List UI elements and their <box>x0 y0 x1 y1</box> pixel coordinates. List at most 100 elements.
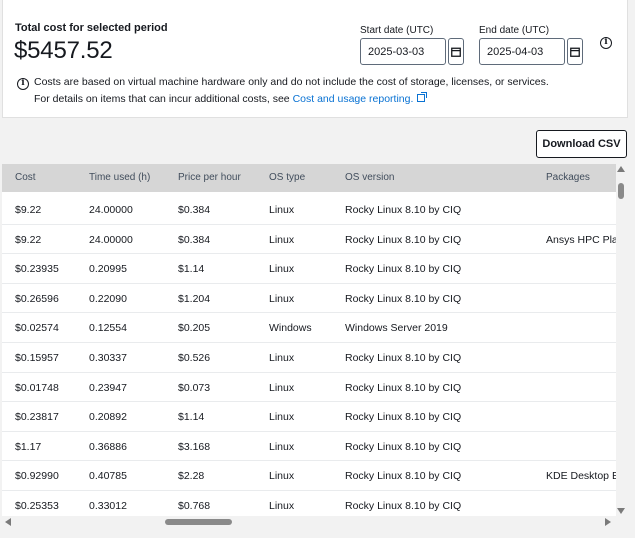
cell-cost: $0.92990 <box>15 470 59 483</box>
table-row: $0.92990 0.40785 $2.28 Linux Rocky Linux 8.1… <box>2 461 616 491</box>
external-link-icon <box>417 92 428 102</box>
header-col-cost[interactable]: Cost <box>15 172 36 183</box>
cell-price-per-hour: $0.768 <box>178 500 211 512</box>
table-row: $0.23817 0.20892 $1.14 Linux Rocky Linux 8.1… <box>2 402 616 432</box>
cell-time-used: 24.00000 <box>89 204 133 216</box>
horizontal-scroll-thumb[interactable] <box>165 519 232 525</box>
start-date-label: Start date (UTC) <box>360 25 434 36</box>
cell-os-version: Rocky Linux 8.10 by CIQ <box>345 470 462 483</box>
cell-price-per-hour: $0.073 <box>178 381 211 394</box>
cell-price-per-hour: $0.526 <box>178 352 211 364</box>
cell-os-type: Linux <box>269 233 295 246</box>
start-date-input[interactable]: 2025-03-03 <box>360 38 446 65</box>
cell-cost: $0.01748 <box>15 381 59 394</box>
cell-time-used: 0.33012 <box>89 500 127 512</box>
header-col-os-version[interactable]: OS version <box>345 172 394 183</box>
cell-os-version: Rocky Linux 8.10 by CIQ <box>345 500 462 512</box>
scroll-right-arrow-icon[interactable] <box>605 518 611 526</box>
cell-time-used: 0.12554 <box>89 322 127 335</box>
cell-os-type: Linux <box>269 381 295 394</box>
table-row: $0.26596 0.22090 $1.204 Linux Rocky Linux 8.… <box>2 283 616 314</box>
cell-packages: KDE Desktop E <box>546 470 616 483</box>
cell-price-per-hour: $2.28 <box>178 470 205 483</box>
cell-time-used: 0.30337 <box>89 352 127 364</box>
cell-os-version: Rocky Linux 8.10 by CIQ <box>345 233 462 246</box>
cell-price-per-hour: $0.384 <box>178 204 211 216</box>
table-row: $1.17 0.36886 $3.168 Linux Rocky Linux 8.10 … <box>2 431 616 462</box>
cell-os-type: Linux <box>269 204 295 216</box>
cell-os-version: Rocky Linux 8.10 by CIQ <box>345 381 462 394</box>
total-cost-value: $5457.52 <box>14 37 113 64</box>
header-col-os-type[interactable]: OS type <box>269 172 305 183</box>
cell-time-used: 0.20892 <box>89 411 127 424</box>
cell-cost: $0.15957 <box>15 352 59 364</box>
calendar-icon <box>570 47 580 57</box>
cell-cost: $9.22 <box>15 204 42 216</box>
calendar-icon <box>451 47 461 57</box>
table-row: $9.22 24.00000 $0.384 Linux Rocky Linux 8.10… <box>2 224 616 255</box>
info-icon[interactable]: i <box>600 37 612 49</box>
download-csv-button[interactable]: Download CSV <box>536 130 627 158</box>
cell-os-version: Rocky Linux 8.10 by CIQ <box>345 204 462 216</box>
total-cost-label: Total cost for selected period <box>15 22 168 34</box>
cost-table: Cost Time used (h) Price per hour OS type OS… <box>2 164 616 516</box>
cell-os-type: Linux <box>269 292 295 305</box>
cell-cost: $0.23817 <box>15 411 59 424</box>
header-col-packages[interactable]: Packages <box>546 172 590 183</box>
cell-os-type: Linux <box>269 263 295 276</box>
summary-panel: Total cost for selected period $5457.52 … <box>2 0 628 118</box>
info-icon: i <box>17 78 29 90</box>
vertical-scrollbar[interactable] <box>617 164 626 516</box>
table-row: $0.23935 0.20995 $1.14 Linux Rocky Linux 8.1… <box>2 254 616 284</box>
cost-note-prefix: For details on items that can incur addi… <box>34 93 290 105</box>
cell-time-used: 0.23947 <box>89 381 127 394</box>
cell-os-type: Linux <box>269 440 295 453</box>
cell-os-type: Linux <box>269 411 295 424</box>
cell-time-used: 0.40785 <box>89 470 127 483</box>
cell-os-version: Rocky Linux 8.10 by CIQ <box>345 440 462 453</box>
cell-time-used: 0.36886 <box>89 440 127 453</box>
cell-time-used: 24.00000 <box>89 233 133 246</box>
start-calendar-button[interactable] <box>448 38 464 65</box>
cell-time-used: 0.20995 <box>89 263 127 276</box>
cell-price-per-hour: $0.205 <box>178 322 211 335</box>
cell-os-type: Linux <box>269 470 295 483</box>
header-col-time-used[interactable]: Time used (h) <box>89 172 150 183</box>
table-row: $0.01748 0.23947 $0.073 Linux Rocky Linux 8.… <box>2 372 616 403</box>
table-row: $0.15957 0.30337 $0.526 Linux Rocky Linux 8.… <box>2 343 616 373</box>
cell-price-per-hour: $1.14 <box>178 263 205 276</box>
cell-price-per-hour: $3.168 <box>178 440 211 453</box>
cell-cost: $0.26596 <box>15 292 59 305</box>
cell-cost: $0.23935 <box>15 263 59 276</box>
cell-os-version: Rocky Linux 8.10 by CIQ <box>345 263 462 276</box>
end-date-label: End date (UTC) <box>479 25 550 36</box>
header-col-price-per-hour[interactable]: Price per hour <box>178 172 241 183</box>
cell-os-version: Windows Server 2019 <box>345 322 448 335</box>
cell-price-per-hour: $1.204 <box>178 292 211 305</box>
cell-os-version: Rocky Linux 8.10 by CIQ <box>345 352 462 364</box>
vertical-scroll-thumb[interactable] <box>618 183 624 199</box>
cell-time-used: 0.22090 <box>89 292 127 305</box>
cell-os-type: Linux <box>269 500 295 512</box>
scroll-left-arrow-icon[interactable] <box>5 518 11 526</box>
cell-price-per-hour: $1.14 <box>178 411 205 424</box>
cell-os-version: Rocky Linux 8.10 by CIQ <box>345 292 462 305</box>
cell-cost: $1.17 <box>15 440 42 453</box>
table-row: $0.25353 0.33012 $0.768 Linux Rocky Linux 8.… <box>2 491 616 516</box>
cell-cost: $9.22 <box>15 233 42 246</box>
scroll-down-arrow-icon[interactable] <box>617 508 625 514</box>
cell-packages: Ansys HPC Plat <box>546 233 616 246</box>
end-calendar-button[interactable] <box>567 38 583 65</box>
cell-cost: $0.02574 <box>15 322 59 335</box>
cell-price-per-hour: $0.384 <box>178 233 211 246</box>
cell-os-type: Windows <box>269 322 312 335</box>
table-row: $9.22 24.00000 $0.384 Linux Rocky Linux 8.10… <box>2 195 616 225</box>
cost-note-line2: For details on items that can incur addi… <box>34 92 428 105</box>
table-header: Cost Time used (h) Price per hour OS type OS… <box>2 164 616 192</box>
end-date-input[interactable]: 2025-04-03 <box>479 38 565 65</box>
table-row: $0.02574 0.12554 $0.205 Windows Windows Serv… <box>2 313 616 343</box>
cost-usage-link[interactable]: Cost and usage reporting. <box>293 93 414 105</box>
cost-note-line1: Costs are based on virtual machine hardw… <box>34 76 549 88</box>
cell-cost: $0.25353 <box>15 500 59 512</box>
scroll-up-arrow-icon[interactable] <box>617 166 625 172</box>
